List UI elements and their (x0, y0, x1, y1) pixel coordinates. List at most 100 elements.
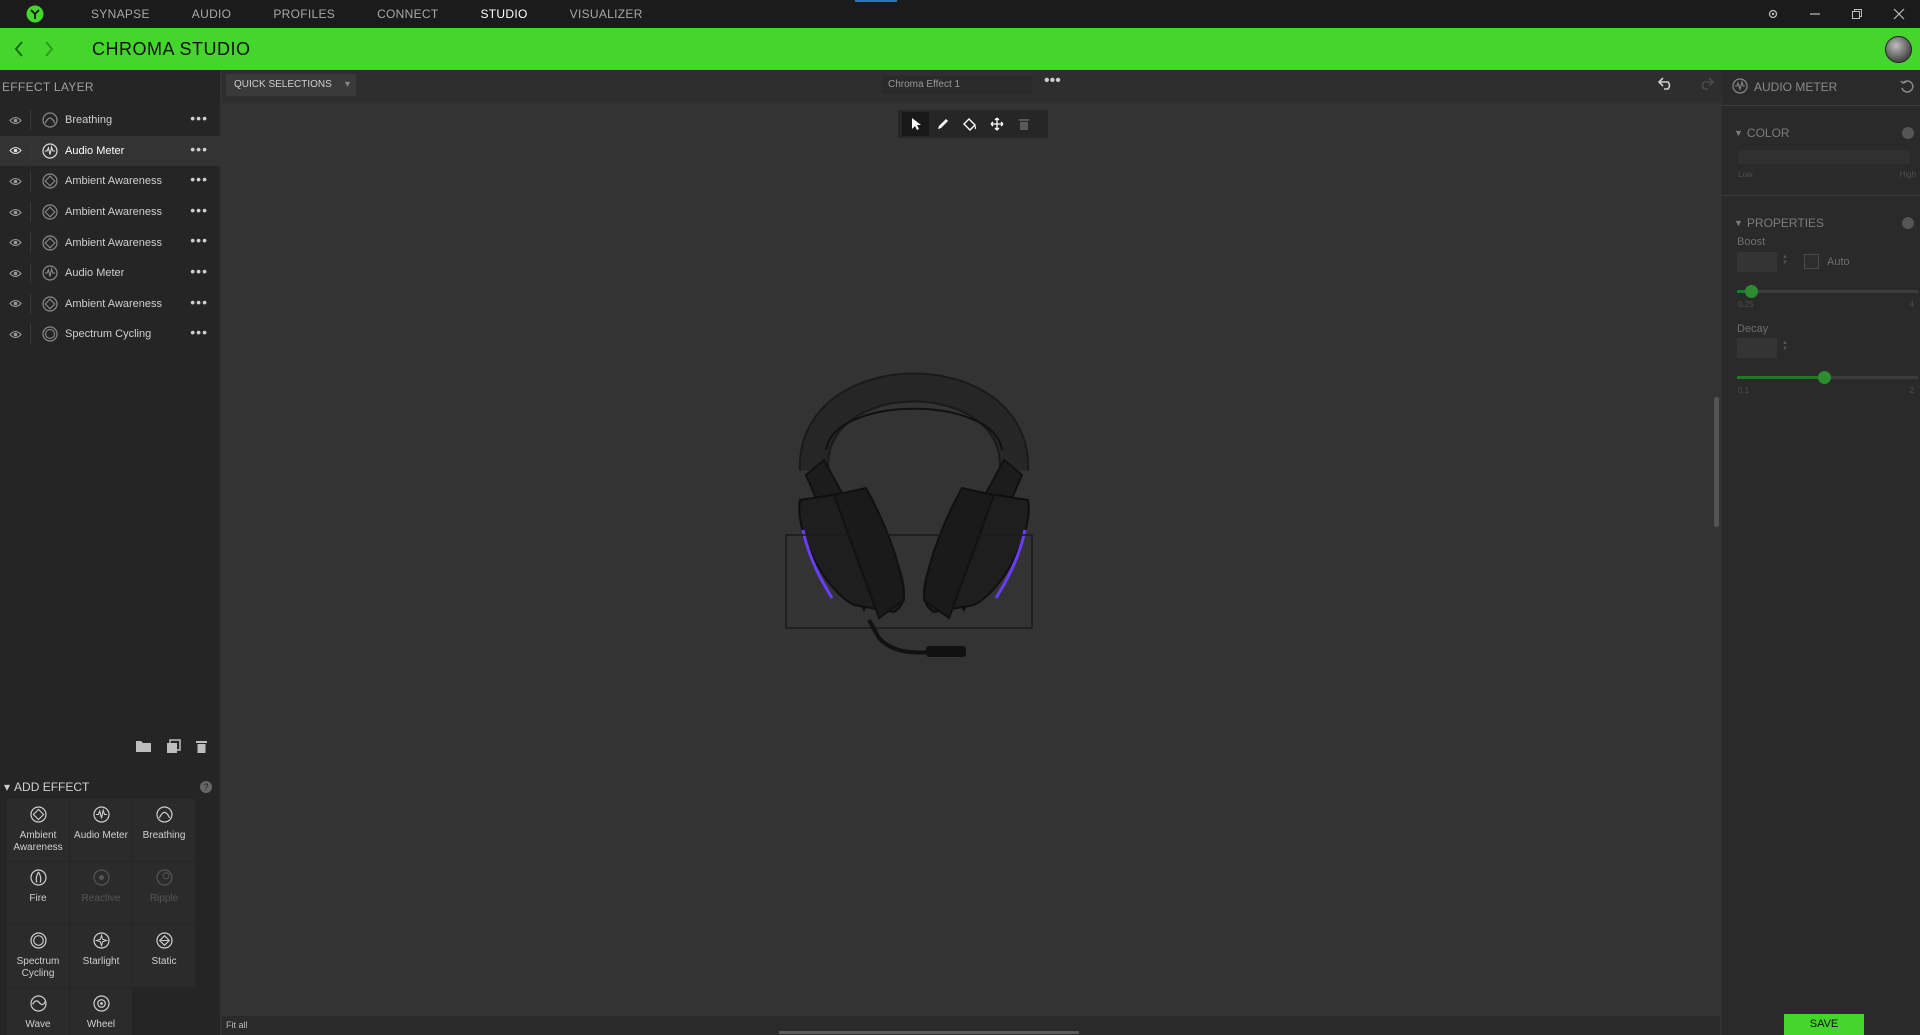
effect-grid: Ambient Awareness Audio Meter Breathing … (7, 799, 197, 1035)
back-arrow-icon[interactable] (4, 28, 34, 70)
layer-more-button[interactable]: ••• (190, 233, 208, 247)
settings-gear-icon[interactable] (1752, 0, 1794, 28)
help-icon[interactable] (1902, 217, 1914, 229)
undo-icon[interactable] (1657, 76, 1674, 95)
decay-input[interactable] (1737, 338, 1777, 358)
properties-section-title: PROPERTIES (1746, 216, 1825, 230)
delete-icon[interactable] (1010, 112, 1037, 136)
nav-tab-audio[interactable]: AUDIO (171, 0, 253, 28)
layer-item[interactable]: Breathing ••• (0, 105, 220, 136)
nav-tab-profiles[interactable]: PROFILES (252, 0, 356, 28)
effect-label-line1: Spectrum (16, 956, 60, 967)
user-avatar[interactable] (1885, 36, 1912, 63)
layer-more-button[interactable]: ••• (190, 203, 208, 217)
divider (30, 324, 31, 345)
boost-input[interactable] (1737, 252, 1777, 272)
restore-icon[interactable] (1836, 0, 1878, 28)
page-header: CHROMA STUDIO (0, 28, 1920, 70)
boost-slider-track[interactable] (1737, 290, 1918, 293)
decay-slider-fill (1737, 376, 1824, 379)
eye-visibility-icon[interactable] (0, 208, 30, 217)
layer-list: Breathing ••• Audio Meter ••• Ambient Aw… (0, 105, 220, 350)
add-effect-wheel[interactable]: Wheel (70, 988, 132, 1035)
add-effect-ambient-awareness[interactable]: Ambient Awareness (7, 799, 69, 861)
help-icon[interactable]: ? (200, 781, 212, 793)
layer-item[interactable]: Ambient Awareness ••• (0, 227, 220, 258)
layer-more-button[interactable]: ••• (190, 264, 208, 278)
eye-visibility-icon[interactable] (0, 269, 30, 278)
add-effect-static[interactable]: Static (133, 925, 195, 987)
layer-name: Audio Meter (65, 144, 125, 157)
layer-item[interactable]: Ambient Awareness ••• (0, 197, 220, 228)
save-button[interactable]: SAVE (1784, 1014, 1864, 1035)
ambient-awareness-icon (29, 806, 47, 830)
add-effect-wave[interactable]: Wave (7, 988, 69, 1035)
window-controls (1752, 0, 1920, 28)
forward-arrow-icon[interactable] (34, 28, 64, 70)
add-effect-header[interactable]: ▾ ADD EFFECT ? (0, 776, 220, 798)
layer-more-button[interactable]: ••• (190, 325, 208, 339)
layer-more-button[interactable]: ••• (190, 111, 208, 125)
vertical-scrollbar[interactable] (1714, 397, 1719, 527)
layer-more-button[interactable]: ••• (190, 172, 208, 186)
collapse-triangle-icon: ▼ (1734, 218, 1743, 228)
color-gradient-bar[interactable] (1738, 150, 1910, 164)
fill-bucket-icon[interactable] (956, 112, 983, 136)
decay-stepper[interactable]: ▲ ▼ (1782, 340, 1788, 352)
add-effect-breathing[interactable]: Breathing (133, 799, 195, 861)
breathing-icon (155, 806, 173, 830)
horizontal-scrollbar[interactable] (779, 1031, 1079, 1034)
eye-visibility-icon[interactable] (0, 299, 30, 308)
add-effect-starlight[interactable]: Starlight (70, 925, 132, 987)
eye-visibility-icon[interactable] (0, 116, 30, 125)
static-icon (155, 932, 173, 956)
boost-stepper[interactable]: ▲ ▼ (1782, 254, 1788, 266)
add-effect-audio-meter[interactable]: Audio Meter (70, 799, 132, 861)
decay-slider-thumb[interactable] (1817, 371, 1831, 384)
eye-visibility-icon[interactable] (0, 146, 30, 155)
move-icon[interactable] (983, 112, 1010, 136)
folder-icon[interactable] (135, 739, 152, 759)
redo-icon[interactable] (1698, 76, 1715, 95)
effect-more-button[interactable]: ••• (1044, 72, 1061, 90)
layer-item[interactable]: Spectrum Cycling ••• (0, 319, 220, 350)
layer-item[interactable]: Audio Meter ••• (0, 258, 220, 289)
fit-all-label[interactable]: Fit all (226, 1020, 248, 1030)
eye-visibility-icon[interactable] (0, 238, 30, 247)
layer-item[interactable]: Audio Meter ••• (0, 135, 220, 167)
trash-icon[interactable] (195, 739, 208, 759)
nav-tab-visualizer[interactable]: VISUALIZER (549, 0, 664, 28)
nav-tab-synapse[interactable]: SYNAPSE (70, 0, 171, 28)
add-effect-spectrum-cycling[interactable]: Spectrum Cycling (7, 925, 69, 987)
quick-selections-dropdown[interactable]: QUICK SELECTIONS ▾ (226, 74, 356, 96)
layer-name: Audio Meter (65, 267, 125, 280)
pencil-icon[interactable] (929, 112, 956, 136)
color-section-header[interactable]: ▼ COLOR (1722, 124, 1920, 142)
layer-item[interactable]: Ambient Awareness ••• (0, 166, 220, 197)
help-icon[interactable] (1902, 127, 1914, 139)
spectrum-cycling-icon (39, 326, 61, 343)
effect-name-field[interactable]: Chroma Effect 1 (882, 76, 1032, 94)
page-title: CHROMA STUDIO (92, 38, 251, 59)
eye-visibility-icon[interactable] (0, 330, 30, 339)
layer-item[interactable]: Ambient Awareness ••• (0, 289, 220, 320)
duplicate-icon[interactable] (166, 739, 181, 759)
nav-tab-studio[interactable]: STUDIO (460, 0, 549, 28)
nav-tab-connect[interactable]: CONNECT (356, 0, 459, 28)
reset-icon[interactable] (1900, 80, 1914, 99)
canvas-bottom-bar: Fit all (222, 1016, 1720, 1035)
close-icon[interactable] (1878, 0, 1920, 28)
minimize-icon[interactable] (1794, 0, 1836, 28)
boost-slider-thumb[interactable] (1745, 285, 1759, 298)
headset-device-image[interactable] (754, 300, 1074, 725)
select-cursor-icon[interactable] (902, 112, 929, 136)
properties-section-header[interactable]: ▼ PROPERTIES (1722, 214, 1920, 232)
layer-more-button[interactable]: ••• (190, 295, 208, 309)
add-effect-fire[interactable]: Fire (7, 862, 69, 924)
razer-logo-icon[interactable] (0, 0, 70, 28)
eye-visibility-icon[interactable] (0, 177, 30, 186)
auto-checkbox[interactable] (1804, 254, 1819, 269)
audio-meter-icon (39, 265, 61, 281)
layer-more-button[interactable]: ••• (190, 142, 208, 156)
effect-label-line1: Ripple (149, 893, 179, 904)
